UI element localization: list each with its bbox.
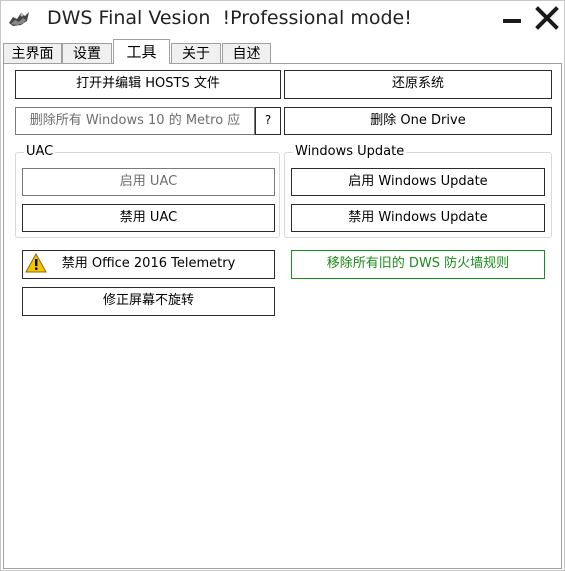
- disable-office-telemetry-button[interactable]: 禁用 Office 2016 Telemetry: [22, 250, 275, 279]
- disable-uac-button[interactable]: 禁用 UAC: [22, 204, 275, 232]
- remove-firewall-rules-button[interactable]: 移除所有旧的 DWS 防火墙规则: [291, 250, 545, 279]
- tab-settings[interactable]: 设置: [62, 43, 112, 63]
- fix-screen-rotation-button[interactable]: 修正屏幕不旋转: [22, 287, 275, 316]
- help-button[interactable]: ?: [255, 107, 281, 135]
- app-window: DWS Final Vesion !Professional mode! 主界面…: [0, 0, 565, 571]
- enable-uac-button[interactable]: 启用 UAC: [22, 168, 275, 196]
- minimize-icon[interactable]: [501, 7, 523, 31]
- close-icon[interactable]: [535, 5, 559, 31]
- title-bar[interactable]: DWS Final Vesion !Professional mode!: [1, 1, 564, 39]
- remove-metro-apps-button[interactable]: 删除所有 Windows 10 的 Metro 应: [15, 107, 255, 135]
- dws-app-icon: [7, 9, 31, 29]
- tab-main[interactable]: 主界面: [3, 43, 62, 63]
- enable-windows-update-button[interactable]: 启用 Windows Update: [291, 168, 545, 196]
- remove-onedrive-button[interactable]: 删除 One Drive: [284, 107, 552, 135]
- tools-panel: 打开并编辑 HOSTS 文件 还原系统 删除所有 Windows 10 的 Me…: [3, 63, 562, 569]
- disable-windows-update-button[interactable]: 禁用 Windows Update: [291, 204, 545, 232]
- restore-system-button[interactable]: 还原系统: [284, 70, 552, 99]
- tab-tools[interactable]: 工具: [113, 39, 170, 64]
- tab-readme[interactable]: 自述: [222, 43, 271, 63]
- edit-hosts-button[interactable]: 打开并编辑 HOSTS 文件: [15, 70, 281, 99]
- windows-update-group-label: Windows Update: [293, 144, 407, 159]
- disable-office-telemetry-label: 禁用 Office 2016 Telemetry: [61, 256, 236, 271]
- tab-about[interactable]: 关于: [171, 43, 221, 63]
- warning-icon: [25, 252, 47, 273]
- uac-group-label: UAC: [24, 144, 56, 159]
- window-title: DWS Final Vesion !Professional mode!: [47, 7, 412, 29]
